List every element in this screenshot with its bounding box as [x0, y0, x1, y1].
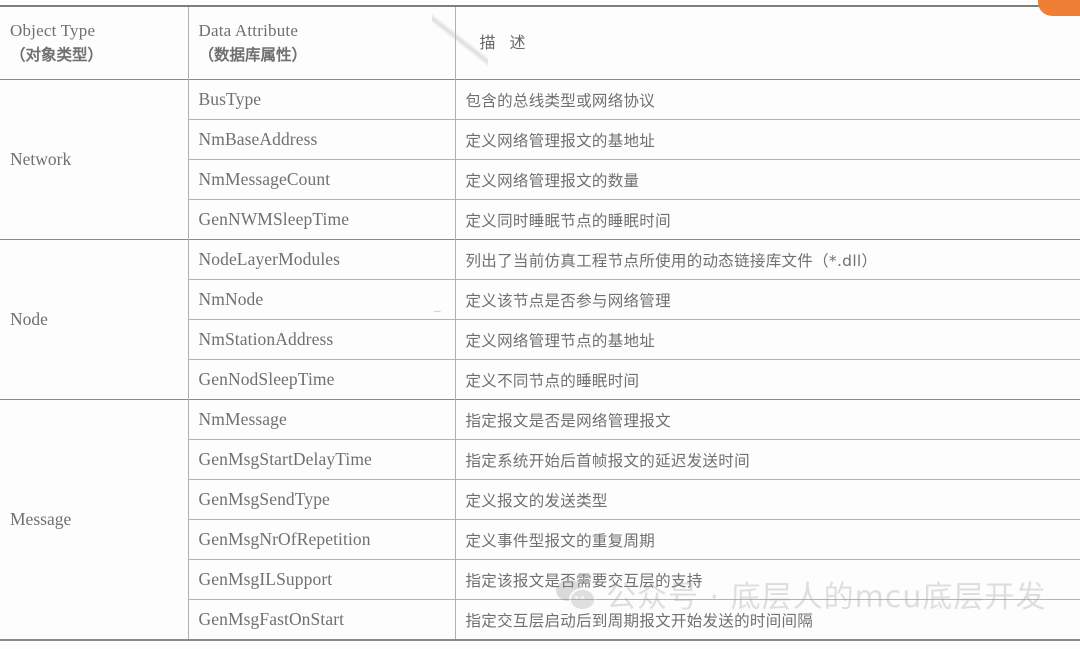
description-cell: 指定系统开始后首帧报文的延迟发送时间 [465, 451, 750, 470]
table-row: Network BusType 包含的总线类型或网络协议 [0, 79, 1080, 169]
attribute-cell: NmMessage [187, 399, 456, 440]
attribute-cell: GenNodSleepTime [187, 359, 456, 400]
attribute-cell: GenMsgSendType [187, 479, 456, 520]
attribute-cell: NmBaseAddress [187, 119, 456, 160]
table-body: Network BusType 包含的总线类型或网络协议 NmBaseAddre… [0, 79, 1080, 640]
column-header-object-type-zh: （对象类型） [10, 46, 104, 65]
attribute-cell: BusType [187, 79, 456, 120]
attribute-cell: NmMessageCount [187, 159, 456, 200]
description-cell: 指定报文是否是网络管理报文 [465, 411, 671, 430]
description-cell: 定义网络管理报文的数量 [465, 171, 640, 190]
column-header-data-attribute-en: Data Attribute [198, 21, 299, 41]
description-cell: 定义不同节点的睡眠时间 [465, 371, 640, 390]
orange-corner-marker [1038, 0, 1080, 16]
attribute-cell: GenMsgNrOfRepetition [187, 519, 456, 560]
description-cell: 包含的总线类型或网络协议 [465, 91, 656, 110]
object-type-cell-node: Node [10, 309, 48, 329]
attribute-reference-table: Object Type （对象类型） Data Attribute （数据库属性… [0, 5, 1080, 641]
description-cell: 定义报文的发送类型 [465, 491, 608, 510]
attribute-cell: NmNode [187, 279, 456, 320]
description-cell: 指定该报文是否需要交互层的支持 [465, 571, 703, 590]
description-cell: 定义网络管理节点的基地址 [465, 331, 656, 350]
attribute-cell: NmStationAddress [187, 319, 456, 360]
description-cell: 定义同时睡眠节点的睡眠时间 [465, 211, 671, 230]
attribute-cell: GenNWMSleepTime [187, 199, 456, 240]
header-row: Object Type （对象类型） Data Attribute （数据库属性… [0, 6, 1080, 80]
attribute-cell: GenMsgFastOnStart [187, 599, 456, 640]
description-cell: 定义事件型报文的重复周期 [465, 531, 656, 550]
object-type-cell-network: Network [10, 149, 72, 169]
attribute-cell: NodeLayerModules [187, 239, 456, 280]
attribute-cell: GenMsgILSupport [187, 559, 456, 600]
column-header-object-type: Object Type （对象类型） [0, 6, 188, 80]
description-cell: 定义该节点是否参与网络管理 [465, 291, 671, 310]
table-row: Message NmMessage 指定报文是否是网络管理报文 [0, 399, 1080, 529]
description-cell: 列出了当前仿真工程节点所使用的动态链接库文件（*.dll） [465, 251, 878, 270]
table-header: Object Type （对象类型） Data Attribute （数据库属性… [0, 6, 1080, 80]
column-header-data-attribute-zh: （数据库属性） [198, 46, 308, 65]
column-header-data-attribute: Data Attribute （数据库属性） [187, 6, 456, 80]
description-cell: 定义网络管理报文的基地址 [465, 131, 656, 150]
attribute-cell: GenMsgStartDelayTime [187, 439, 456, 480]
table-row: Node NodeLayerModules 列出了当前仿真工程节点所使用的动态链… [0, 239, 1080, 329]
object-type-cell-message: Message [10, 509, 72, 529]
column-header-description: 描述 [479, 33, 540, 53]
description-cell: 指定交互层启动后到周期报文开始发送的时间间隔 [465, 611, 814, 630]
column-header-object-type-en: Object Type [10, 21, 96, 41]
